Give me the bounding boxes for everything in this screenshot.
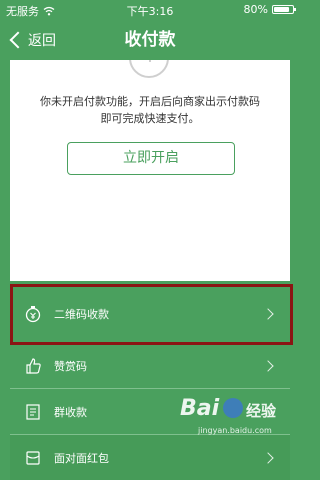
menu-item-label: 群收款 xyxy=(54,405,87,419)
chevron-right-icon xyxy=(262,307,274,320)
menu-item-label: 赞赏码 xyxy=(54,359,87,373)
back-label: 返回 xyxy=(28,33,56,49)
menu-item-label: 二维码收款 xyxy=(54,307,109,321)
menu-item-face-to-face-red-packet[interactable]: 面对面红包 xyxy=(10,435,290,480)
menu-item-qr-receive[interactable]: 二维码收款 xyxy=(10,291,290,336)
payment-message-line1: 你未开启付款功能，开启后向商家出示付款码 xyxy=(40,95,260,108)
stopwatch-money-icon xyxy=(25,305,41,322)
back-button[interactable]: 返回 xyxy=(8,20,56,60)
enable-payment-button[interactable]: 立即开启 xyxy=(67,142,235,175)
chevron-right-icon xyxy=(262,451,274,464)
thumbs-up-icon xyxy=(26,357,41,374)
document-list-icon xyxy=(26,403,40,420)
plus-circle-icon xyxy=(129,60,169,78)
chevron-right-icon xyxy=(262,405,274,418)
navigation-bar: 收付款 返回 xyxy=(0,20,300,60)
status-bar: 无服务 下午3:16 80% xyxy=(0,0,300,20)
menu-item-label: 面对面红包 xyxy=(54,451,109,465)
payment-message: 你未开启付款功能，开启后向商家出示付款码 即可完成快速支付。 xyxy=(20,93,280,127)
status-right: 80% xyxy=(243,3,296,16)
chevron-left-icon xyxy=(9,31,27,49)
battery-percent: 80% xyxy=(243,3,268,16)
red-packet-icon xyxy=(26,450,40,465)
payment-message-line2: 即可完成快速支付。 xyxy=(100,112,200,125)
chevron-right-icon xyxy=(262,359,274,372)
battery-icon xyxy=(272,5,296,14)
payment-card: 你未开启付款功能，开启后向商家出示付款码 即可完成快速支付。 立即开启 xyxy=(10,60,290,281)
menu-item-appreciation-code[interactable]: 赞赏码 xyxy=(10,343,290,388)
menu-item-group-collection[interactable]: 群收款 xyxy=(10,389,290,434)
